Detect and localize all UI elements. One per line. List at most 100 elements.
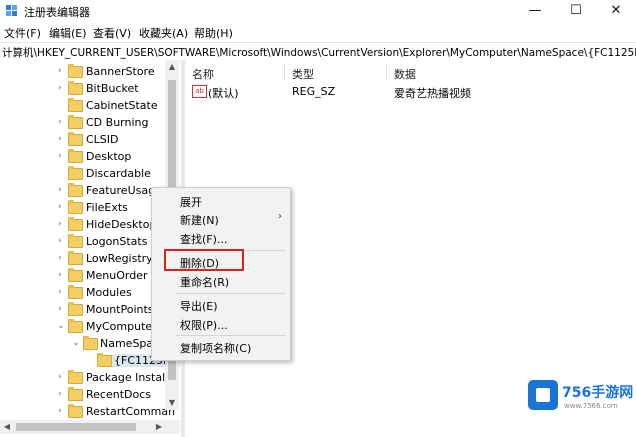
chevron-right-icon[interactable]: › [58,151,62,161]
tree-item[interactable]: › Package Installa [0,369,175,386]
folder-icon [68,115,83,129]
folder-icon [68,234,83,248]
tree-item[interactable]: ⌄ MyComputer [0,318,165,335]
folder-icon [68,387,83,401]
scroll-right-icon[interactable]: ▶ [152,420,166,434]
tree-item[interactable]: Discardable [0,165,165,182]
ctx-find[interactable]: 查找(F)... [180,231,227,247]
chevron-down-icon[interactable]: ⌄ [72,338,80,348]
folder-icon [68,200,83,214]
menu-favorites[interactable]: 收藏夹(A) [139,25,188,41]
chevron-right-icon[interactable]: › [58,202,62,212]
tree-item[interactable]: › Desktop [0,148,165,165]
tree-item-selected[interactable]: {FC1125BA [0,352,180,369]
tree-item[interactable]: › HideDesktop [0,216,165,233]
folder-icon [68,132,83,146]
ctx-rename[interactable]: 重命名(R) [180,274,229,290]
tree-item-label: LowRegistry [86,252,153,265]
tree-item-label: BannerStore [86,65,155,78]
tree-item-label: NameSpa [100,337,154,350]
menu-file[interactable]: 文件(F) [4,25,41,41]
chevron-right-icon[interactable]: › [58,253,62,263]
string-value-icon: ab [192,85,207,98]
tree-item[interactable]: › BannerStore [0,63,165,80]
chevron-right-icon[interactable]: › [58,117,62,127]
watermark: 756手游网 www.7566.com [528,380,634,420]
column-header-data[interactable]: 数据 [394,66,416,82]
tree-item[interactable]: › RecentDocs [0,386,165,403]
menu-help[interactable]: 帮助(H) [194,25,233,41]
tree-item-label: MyComputer [86,320,157,333]
folder-icon [97,353,112,367]
tree-item[interactable]: › MenuOrder [0,267,165,284]
tree-item[interactable]: › FileExts [0,199,165,216]
close-button[interactable]: ✕ [596,0,636,22]
tree-item[interactable]: ⌄ NameSpa [0,335,165,352]
chevron-right-icon[interactable]: › [58,389,62,399]
address-path: 计算机\HKEY_CURRENT_USER\SOFTWARE\Microsoft… [2,47,636,59]
chevron-right-icon[interactable]: › [58,304,62,314]
column-divider[interactable] [386,64,387,80]
ctx-copy-key-name[interactable]: 复制项名称(C) [180,340,251,356]
ctx-expand[interactable]: 展开 [180,194,202,210]
site-logo-icon [528,380,558,410]
scrollbar-thumb[interactable] [16,423,136,431]
chevron-right-icon[interactable]: › [58,287,62,297]
tree-item-label: FileExts [86,201,128,214]
tree-item[interactable]: › LogonStats [0,233,165,250]
tree-item-label: MountPoints [86,303,154,316]
delete-highlight-box [164,249,244,271]
watermark-brand: 756手游网 [562,385,634,401]
tree-item[interactable]: › Modules [0,284,165,301]
column-divider[interactable] [284,64,285,80]
tree-item[interactable]: › BitBucket [0,80,165,97]
column-header-name[interactable]: 名称 [192,66,214,82]
tree-item[interactable]: › RestartComman [0,403,175,420]
minimize-button[interactable]: — [515,0,555,22]
submenu-arrow-icon: › [278,211,282,222]
scroll-left-icon[interactable]: ◀ [0,420,14,434]
chevron-right-icon[interactable]: › [58,66,62,76]
ctx-export[interactable]: 导出(E) [180,298,218,314]
chevron-right-icon[interactable]: › [58,83,62,93]
address-bar[interactable]: 计算机\HKEY_CURRENT_USER\SOFTWARE\Microsoft… [0,42,636,61]
ctx-new[interactable]: 新建(N) [180,212,219,228]
scroll-up-icon[interactable]: ▲ [165,62,179,71]
tree-item-label: CD Burning [86,116,149,129]
chevron-right-icon[interactable]: › [58,372,62,382]
folder-icon [68,302,83,316]
column-header-type[interactable]: 类型 [292,66,314,82]
tree-item-label: Modules [86,286,132,299]
folder-icon [68,98,83,112]
ctx-permissions[interactable]: 权限(P)... [180,317,228,333]
tree-item-label: MenuOrder [86,269,148,282]
tree-horizontal-scrollbar[interactable]: ◀ ▶ [0,420,180,434]
value-data: 爱奇艺热播视频 [394,87,471,100]
folder-icon [68,183,83,197]
tree-item[interactable]: › CD Burning [0,114,165,131]
folder-icon [68,251,83,265]
chevron-down-icon[interactable]: ⌄ [57,321,65,331]
menu-edit[interactable]: 编辑(E) [49,25,87,41]
value-type: REG_SZ [292,85,336,98]
scroll-down-icon[interactable]: ▼ [165,398,179,407]
tree-item[interactable]: › LowRegistry [0,250,165,267]
tree-item[interactable]: CabinetState [0,97,165,114]
chevron-right-icon[interactable]: › [58,185,62,195]
tree-item-label: CabinetState [86,99,158,112]
chevron-right-icon[interactable]: › [58,236,62,246]
maximize-button[interactable]: ☐ [556,0,596,22]
tree-item[interactable]: › FeatureUsage [0,182,165,199]
chevron-right-icon[interactable]: › [58,406,62,416]
chevron-right-icon[interactable]: › [58,219,62,229]
watermark-url: www.7566.com [564,402,618,410]
chevron-right-icon[interactable]: › [58,134,62,144]
folder-icon [68,268,83,282]
menu-bar: 文件(F) 编辑(E) 查看(V) 收藏夹(A) 帮助(H) [0,22,636,41]
menu-view[interactable]: 查看(V) [93,25,131,41]
value-name: (默认) [208,87,239,100]
folder-icon [68,319,83,333]
chevron-right-icon[interactable]: › [58,270,62,280]
tree-item[interactable]: › MountPoints [0,301,165,318]
tree-item[interactable]: › CLSID [0,131,165,148]
